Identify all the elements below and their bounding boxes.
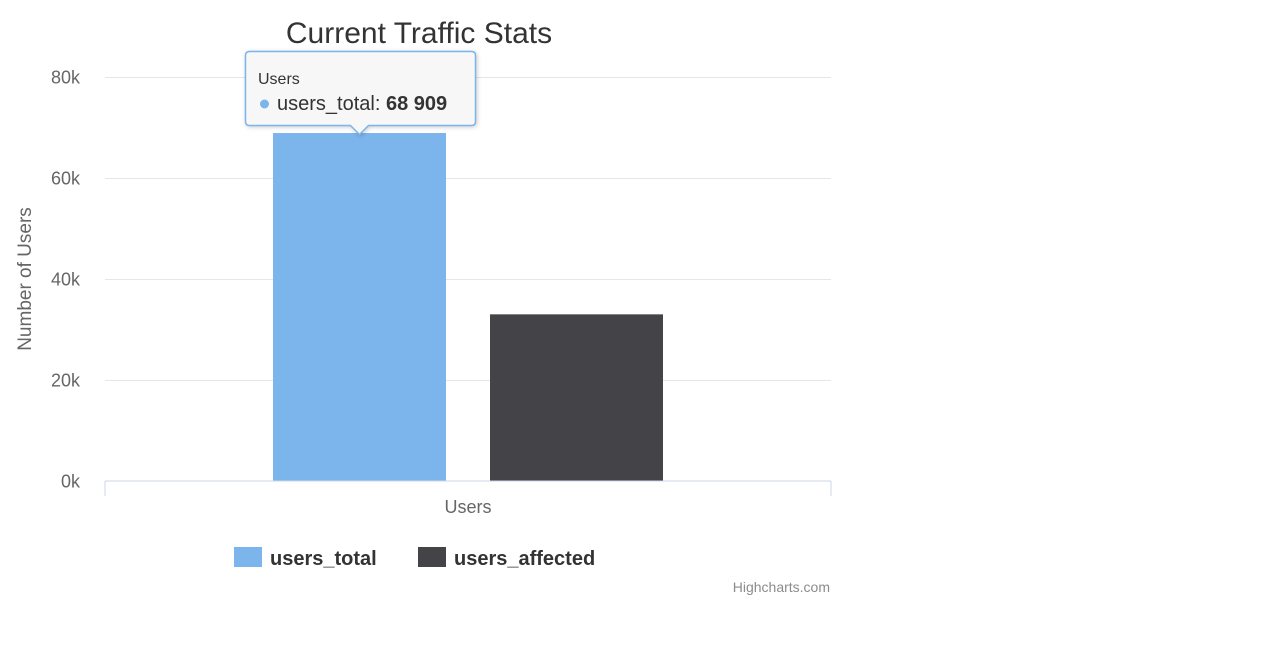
tooltip-header: Users (258, 71, 300, 88)
legend-item-users_total[interactable]: users_total (234, 547, 377, 570)
x-tick-labels: Users (444, 497, 491, 517)
y-tick-label: 40k (51, 270, 81, 290)
tooltip: Users users_total: 68 909 (244, 50, 477, 136)
tooltip-value: 68 909 (386, 93, 447, 115)
tooltip-colon: : (375, 93, 386, 115)
y-tick-label: 0k (61, 472, 81, 492)
x-tick-label: Users (444, 497, 491, 517)
legend-label: users_total (270, 548, 377, 570)
tooltip-series-line: users_total: 68 909 (277, 93, 447, 115)
bar-users_total[interactable] (273, 133, 446, 481)
legend-item-users_affected[interactable]: users_affected (418, 547, 595, 570)
chart-title: Current Traffic Stats (286, 17, 552, 50)
legend-swatch (418, 547, 446, 567)
legend: users_total users_affected (234, 547, 595, 570)
y-tick-labels: 0k 20k 40k 60k 80k (51, 68, 81, 492)
y-tick-label: 60k (51, 169, 81, 189)
legend-label: users_affected (454, 548, 595, 570)
y-tick-label: 80k (51, 68, 81, 88)
legend-swatch (234, 547, 262, 567)
bar-users_affected[interactable] (490, 314, 663, 481)
bars (273, 133, 663, 481)
bar-chart: Current Traffic Stats Number of Users 0k… (15, 17, 832, 570)
credits-link[interactable]: Highcharts.com (733, 579, 830, 595)
tooltip-series-dot (260, 99, 269, 109)
tooltip-series-name: users_total (277, 93, 375, 115)
y-axis-label: Number of Users (15, 207, 36, 351)
y-tick-label: 20k (51, 371, 81, 391)
